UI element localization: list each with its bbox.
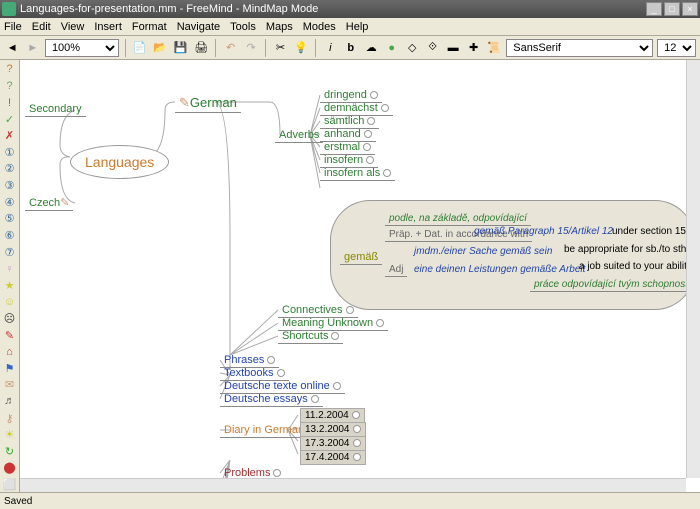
titlebar: Languages-for-presentation.mm - FreeMind… — [0, 0, 700, 18]
link-icon[interactable]: ⟐ — [424, 39, 440, 57]
menu-maps[interactable]: Maps — [266, 21, 293, 33]
left-icon-17[interactable]: ⌂ — [2, 344, 18, 359]
menubar: File Edit View Insert Format Navigate To… — [0, 18, 700, 36]
zoom-select[interactable]: 100% — [45, 39, 119, 57]
left-icon-16[interactable]: ✎ — [2, 328, 18, 343]
node-essays[interactable]: Deutsche essays — [220, 392, 323, 407]
left-icon-18[interactable]: ⚑ — [2, 361, 18, 376]
scrollbar-vertical[interactable] — [686, 60, 700, 478]
left-icon-4[interactable]: ✗ — [2, 128, 18, 143]
maximize-button[interactable]: □ — [664, 2, 680, 16]
node-gemass-jmdm[interactable]: jmdm./einer Sache gemäß sein — [410, 245, 556, 258]
node-icon[interactable]: ◇ — [404, 39, 420, 57]
left-icon-25[interactable]: ⬜ — [2, 477, 18, 492]
node-diary-date[interactable]: 17.3.2004 — [300, 436, 366, 451]
left-icon-11[interactable]: ⑦ — [2, 245, 18, 260]
statusbar: Saved — [0, 492, 700, 509]
node-gemass-eine-tr[interactable]: a job suited to your abilities — [575, 260, 700, 273]
menu-tools[interactable]: Tools — [230, 21, 256, 33]
node-diary-date[interactable]: 11.2.2004 — [300, 408, 365, 423]
font-select[interactable]: SansSerif — [506, 39, 653, 57]
node-gemass-podle[interactable]: podle, na základě, odpovídající — [385, 212, 531, 226]
node-diary-date[interactable]: 13.2.2004 — [300, 422, 366, 437]
node-diary[interactable]: Diary in German — [220, 423, 308, 438]
left-icon-24[interactable]: ⬤ — [2, 461, 18, 476]
node-adverbs[interactable]: Adverbs — [275, 128, 323, 143]
node-root[interactable]: Languages — [70, 145, 169, 179]
node-shortcuts[interactable]: Shortcuts — [278, 329, 343, 344]
redo-icon[interactable]: ↷ — [243, 39, 259, 57]
node-gemass-prace[interactable]: práce odpovídající tvým schopnostem — [530, 278, 700, 292]
left-icon-19[interactable]: ✉ — [2, 378, 18, 393]
menu-insert[interactable]: Insert — [94, 21, 122, 33]
left-toolbar: ??! ✓✗ ① ②③ ④⑤ ⑥ ⑦♀ ★ ☺☹ ✎⌂ ⚑ ✉♬ ⚷☀ ↻ ⬤⬜ — [0, 60, 20, 492]
minus-icon[interactable]: ▬ — [445, 39, 461, 57]
italic-icon[interactable]: i — [322, 39, 338, 57]
left-icon-20[interactable]: ♬ — [2, 394, 18, 409]
toolbar: ◄ ► 100% 📄 📂 💾 🖨 ↶ ↷ ✂ 💡 i b ☁ ● ◇ ⟐ ▬ ✚… — [0, 36, 700, 60]
menu-edit[interactable]: Edit — [32, 21, 51, 33]
print-icon[interactable]: 🖨 — [193, 39, 209, 57]
menu-format[interactable]: Format — [132, 21, 167, 33]
menu-file[interactable]: File — [4, 21, 22, 33]
canvas[interactable]: Languages Secondary Czech✎ ✎German Adver… — [20, 60, 700, 492]
status-text: Saved — [4, 496, 32, 507]
left-icon-3[interactable]: ✓ — [2, 112, 18, 127]
app-icon — [2, 2, 16, 16]
left-icon-22[interactable]: ☀ — [2, 427, 18, 442]
bold-icon[interactable]: b — [343, 39, 359, 57]
node-secondary[interactable]: Secondary — [25, 102, 86, 117]
left-icon-9[interactable]: ⑤ — [2, 211, 18, 226]
left-icon-5[interactable]: ① — [2, 145, 18, 160]
left-icon-8[interactable]: ④ — [2, 195, 18, 210]
left-icon-6[interactable]: ② — [2, 162, 18, 177]
window-title: Languages-for-presentation.mm - FreeMind… — [20, 3, 646, 15]
menu-modes[interactable]: Modes — [303, 21, 336, 33]
plus-icon[interactable]: ✚ — [465, 39, 481, 57]
node-czech[interactable]: Czech✎ — [25, 195, 73, 211]
bulb-icon[interactable]: 💡 — [293, 39, 309, 57]
left-icon-12[interactable]: ♀ — [2, 261, 18, 276]
forward-icon[interactable]: ► — [24, 39, 40, 57]
menu-navigate[interactable]: Navigate — [177, 21, 220, 33]
cloud-icon[interactable]: ☁ — [363, 39, 379, 57]
close-button[interactable]: × — [682, 2, 698, 16]
node-german[interactable]: ✎German — [175, 94, 241, 113]
back-icon[interactable]: ◄ — [4, 39, 20, 57]
scrollbar-horizontal[interactable] — [20, 478, 686, 492]
node-adverb-item[interactable]: insofern als — [320, 166, 395, 181]
node-gemass-eine[interactable]: eine deinen Leistungen gemäße Arbeit — [410, 263, 589, 276]
node-gemass-adj[interactable]: Adj — [385, 263, 407, 277]
cut-icon[interactable]: ✂ — [272, 39, 288, 57]
scroll-icon[interactable]: 📜 — [486, 39, 502, 57]
node-diary-date[interactable]: 17.4.2004 — [300, 450, 366, 465]
left-icon-1[interactable]: ? — [2, 79, 18, 94]
left-icon-14[interactable]: ☺ — [2, 295, 18, 310]
left-icon-10[interactable]: ⑥ — [2, 228, 18, 243]
left-icon-13[interactable]: ★ — [2, 278, 18, 293]
node-gemass-ex1[interactable]: gemäß Paragraph 15/Artikel 12 — [470, 225, 617, 238]
left-icon-0[interactable]: ? — [2, 62, 18, 77]
left-icon-7[interactable]: ③ — [2, 178, 18, 193]
open-icon[interactable]: 📂 — [152, 39, 168, 57]
color-icon[interactable]: ● — [383, 39, 399, 57]
undo-icon[interactable]: ↶ — [222, 39, 238, 57]
left-icon-23[interactable]: ↻ — [2, 444, 18, 459]
minimize-button[interactable]: _ — [646, 2, 662, 16]
save-icon[interactable]: 💾 — [172, 39, 188, 57]
left-icon-21[interactable]: ⚷ — [2, 411, 18, 426]
node-gemass-jmdm-tr[interactable]: be appropriate for sb./to sth. — [560, 243, 693, 256]
fontsize-select[interactable]: 12 — [657, 39, 696, 57]
left-icon-2[interactable]: ! — [2, 95, 18, 110]
menu-help[interactable]: Help — [346, 21, 369, 33]
new-icon[interactable]: 📄 — [132, 39, 148, 57]
left-icon-15[interactable]: ☹ — [2, 311, 18, 326]
menu-view[interactable]: View — [61, 21, 85, 33]
node-gemass[interactable]: gemäß — [340, 250, 382, 265]
